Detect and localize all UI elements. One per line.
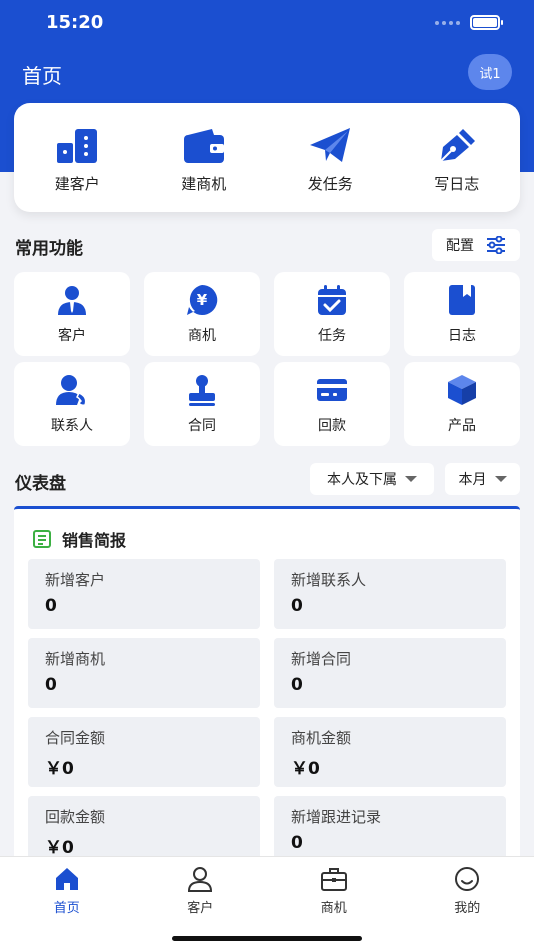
- signal-icon: [435, 20, 460, 25]
- common-functions-title: 常用功能: [15, 239, 83, 259]
- tab-label: 我的: [454, 901, 481, 916]
- scope-filter-dropdown[interactable]: 本人及下属: [310, 463, 434, 495]
- func-contract[interactable]: 合同: [144, 362, 260, 446]
- stat-contract-amount[interactable]: 合同金额 ￥0: [28, 717, 260, 787]
- card-icon: [317, 379, 347, 401]
- stat-label: 新增商机: [45, 650, 106, 668]
- stat-value: ￥0: [45, 759, 74, 779]
- building-icon: [57, 129, 98, 163]
- scope-filter-value: 本人及下属: [327, 472, 397, 488]
- battery-icon: [470, 15, 503, 30]
- quick-action-label: 写日志: [434, 175, 480, 193]
- common-functions-grid: 客户 ¥ 商机 任务 日志 联系人 合同 回款 产品: [14, 272, 520, 446]
- report-header: 销售简报: [32, 527, 126, 551]
- caret-down-icon: [494, 476, 507, 482]
- stat-value: 0: [291, 833, 303, 853]
- cube-icon: [448, 375, 476, 405]
- stat-value: ￥0: [45, 838, 74, 858]
- func-label: 商机: [188, 328, 216, 344]
- stat-new-customers[interactable]: 新增客户 0: [28, 559, 260, 629]
- user-icon: [188, 867, 213, 892]
- tab-mine[interactable]: 我的: [401, 857, 534, 950]
- quick-action-new-customer[interactable]: 建客户: [14, 103, 141, 212]
- func-label: 任务: [318, 328, 346, 344]
- status-bar: 15:20: [0, 0, 534, 46]
- func-label: 联系人: [51, 418, 93, 434]
- home-icon: [55, 868, 78, 890]
- period-filter-value: 本月: [458, 472, 487, 488]
- stat-label: 回款金额: [45, 808, 106, 826]
- stat-value: 0: [45, 596, 57, 616]
- func-task[interactable]: 任务: [274, 272, 390, 356]
- pen-icon: [440, 129, 475, 162]
- quick-action-label: 建商机: [181, 175, 227, 193]
- config-label: 配置: [446, 238, 474, 254]
- func-label: 产品: [448, 418, 476, 434]
- stat-value: 0: [45, 675, 57, 695]
- stamp-icon: [189, 375, 215, 406]
- func-payment[interactable]: 回款: [274, 362, 390, 446]
- wallet-icon: [183, 129, 224, 163]
- svg-text:¥: ¥: [197, 291, 208, 309]
- home-indicator: [172, 936, 362, 941]
- stat-label: 商机金额: [291, 729, 352, 747]
- sliders-icon: [487, 236, 505, 254]
- calendar-check-icon: [318, 285, 346, 315]
- tab-label: 首页: [53, 901, 80, 916]
- stat-label: 新增合同: [291, 650, 352, 668]
- contact-phone-icon: [56, 375, 87, 406]
- paper-plane-icon: [310, 128, 351, 162]
- stat-new-contracts[interactable]: 新增合同 0: [274, 638, 506, 708]
- tab-label: 客户: [187, 901, 214, 916]
- sales-report-card: 销售简报 新增客户 0 新增联系人 0 新增商机 0 新增合同 0 合同金额 ￥…: [14, 506, 520, 866]
- customer-icon: [58, 286, 86, 315]
- quick-action-label: 发任务: [307, 175, 353, 193]
- func-label: 客户: [58, 328, 86, 344]
- stat-new-contacts[interactable]: 新增联系人 0: [274, 559, 506, 629]
- page-title: 首页: [22, 64, 62, 88]
- stat-label: 新增联系人: [291, 571, 367, 589]
- func-log[interactable]: 日志: [404, 272, 520, 356]
- func-label: 合同: [188, 418, 216, 434]
- stat-value: ￥0: [291, 759, 320, 779]
- quick-actions-card: 建客户 建商机 发任务 写日志: [14, 103, 520, 212]
- stat-opportunity-amount[interactable]: 商机金额 ￥0: [274, 717, 506, 787]
- stat-label: 新增客户: [45, 571, 106, 589]
- quick-action-write-log[interactable]: 写日志: [394, 103, 521, 212]
- notebook-icon: [449, 285, 475, 315]
- status-indicators: [435, 15, 503, 30]
- tab-label: 商机: [320, 901, 347, 916]
- briefcase-icon: [320, 868, 347, 891]
- quick-action-send-task[interactable]: 发任务: [267, 103, 394, 212]
- quick-action-new-opportunity[interactable]: 建商机: [141, 103, 268, 212]
- smile-icon: [455, 867, 480, 891]
- func-customer[interactable]: 客户: [14, 272, 130, 356]
- func-opportunity[interactable]: ¥ 商机: [144, 272, 260, 356]
- caret-down-icon: [405, 476, 417, 482]
- stat-new-opportunities[interactable]: 新增商机 0: [28, 638, 260, 708]
- period-filter-dropdown[interactable]: 本月: [445, 463, 520, 495]
- report-title: 销售简报: [62, 531, 127, 550]
- stat-value: 0: [291, 675, 303, 695]
- func-label: 日志: [448, 328, 476, 344]
- status-time: 15:20: [46, 12, 104, 33]
- tab-home[interactable]: 首页: [0, 857, 134, 950]
- stat-label: 新增跟进记录: [291, 808, 382, 826]
- trial-badge[interactable]: 试1: [468, 54, 512, 90]
- yen-chat-icon: ¥: [187, 284, 218, 315]
- report-icon: [33, 530, 51, 548]
- quick-action-label: 建客户: [54, 175, 100, 193]
- dashboard-title: 仪表盘: [15, 474, 66, 494]
- stats-grid: 新增客户 0 新增联系人 0 新增商机 0 新增合同 0 合同金额 ￥0 商机金…: [28, 559, 506, 866]
- func-product[interactable]: 产品: [404, 362, 520, 446]
- config-button[interactable]: 配置: [432, 229, 520, 261]
- stat-label: 合同金额: [45, 729, 106, 747]
- func-label: 回款: [318, 418, 346, 434]
- func-contact[interactable]: 联系人: [14, 362, 130, 446]
- stat-value: 0: [291, 596, 303, 616]
